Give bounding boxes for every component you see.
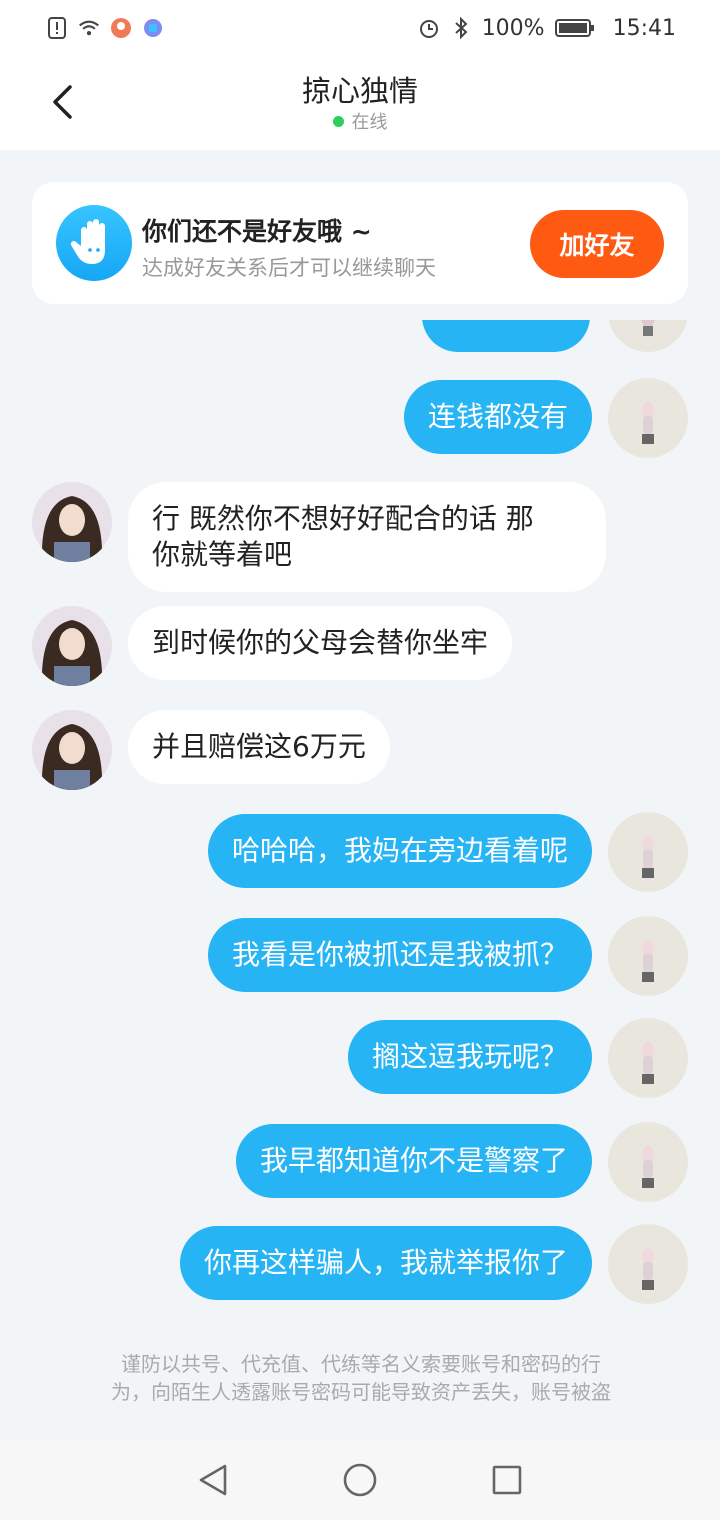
my-avatar[interactable] bbox=[608, 320, 688, 352]
banner-title: 你们还不是好友哦 ~ bbox=[142, 217, 372, 246]
message-bubble-outgoing[interactable]: 哈哈哈，我妈在旁边看着呢 bbox=[207, 814, 592, 888]
status-right: 100% 15:41 bbox=[418, 16, 676, 41]
online-label: 在线 bbox=[351, 112, 388, 133]
bluetooth-icon bbox=[450, 17, 472, 39]
banner-subtitle: 达成好友关系后才可以继续聊天 bbox=[142, 256, 436, 280]
disclaimer-line: 谨防以共号、代充值、代练等名义索要账号和密码的行 bbox=[121, 1352, 601, 1376]
message-bubble-outgoing[interactable]: 连钱都没有 bbox=[403, 380, 592, 454]
not-friend-banner: 你们还不是好友哦 ~ 达成好友关系后才可以继续聊天 加好友 bbox=[32, 182, 688, 304]
message-bubble-incoming[interactable]: 到时候你的父母会替你坐牢 bbox=[128, 606, 513, 680]
wifi-icon bbox=[78, 17, 100, 39]
circle-home-icon bbox=[343, 1463, 377, 1497]
my-avatar[interactable] bbox=[608, 378, 688, 458]
triangle-back-icon bbox=[200, 1464, 227, 1496]
system-nav-bar bbox=[0, 1440, 720, 1520]
my-avatar[interactable] bbox=[608, 916, 688, 996]
app-notification-icon-2 bbox=[142, 17, 164, 39]
alarm-icon bbox=[418, 17, 440, 39]
nav-back-button[interactable] bbox=[191, 1458, 235, 1502]
battery-percent: 100% bbox=[481, 15, 545, 41]
message-bubble-partial[interactable] bbox=[422, 320, 590, 352]
clock: 15:41 bbox=[612, 15, 676, 41]
my-avatar[interactable] bbox=[608, 812, 688, 892]
my-avatar[interactable] bbox=[608, 1018, 688, 1098]
online-status: 在线 bbox=[0, 108, 720, 134]
chat-header: 掠心独情 在线 bbox=[0, 56, 720, 150]
message-bubble-outgoing[interactable]: 我看是你被抓还是我被抓？ bbox=[207, 918, 592, 992]
battery-icon bbox=[554, 17, 595, 39]
message-bubble-outgoing[interactable]: 我早都知道你不是警察了 bbox=[235, 1124, 592, 1198]
message-line: 你就等着吧 bbox=[152, 538, 293, 571]
message-bubble-outgoing[interactable]: 搁这逗我玩呢？ bbox=[347, 1020, 592, 1094]
my-avatar[interactable] bbox=[608, 1224, 688, 1304]
my-avatar[interactable] bbox=[608, 1122, 688, 1202]
message-line: 行 既然你不想好好配合的话 那 bbox=[152, 502, 534, 535]
status-left bbox=[46, 17, 164, 39]
disclaimer-line: 为，向陌生人透露账号密码可能导致资产丢失，账号被盗 bbox=[111, 1380, 611, 1404]
contact-avatar[interactable] bbox=[32, 710, 112, 790]
nav-recents-button[interactable] bbox=[485, 1458, 529, 1502]
contact-avatar[interactable] bbox=[32, 482, 112, 562]
app-notification-icon bbox=[110, 17, 132, 39]
contact-name: 掠心独情 bbox=[301, 74, 418, 108]
message-bubble-outgoing[interactable]: 你再这样骗人，我就举报你了 bbox=[179, 1226, 592, 1300]
square-recents-icon bbox=[492, 1465, 521, 1495]
hand-wave-icon bbox=[56, 205, 132, 281]
message-bubble-incoming[interactable]: 并且赔偿这6万元 bbox=[128, 710, 390, 784]
nav-home-button[interactable] bbox=[338, 1458, 382, 1502]
online-dot-icon bbox=[332, 115, 344, 127]
message-bubble-incoming[interactable]: 行 既然你不想好好配合的话 那 你就等着吧 bbox=[128, 482, 606, 592]
status-bar: 100% 15:41 bbox=[0, 0, 720, 56]
security-disclaimer: 谨防以共号、代充值、代练等名义索要账号和密码的行 为，向陌生人透露账号密码可能导… bbox=[56, 1350, 666, 1406]
contact-avatar[interactable] bbox=[32, 606, 112, 686]
sim-alert-icon bbox=[46, 17, 68, 39]
add-friend-button[interactable]: 加好友 bbox=[530, 210, 664, 278]
message-list[interactable]: 连钱都没有 行 既然你不想好好配合的话 那 你就等着吧 到时候你的父母会替你坐牢… bbox=[0, 320, 720, 1320]
